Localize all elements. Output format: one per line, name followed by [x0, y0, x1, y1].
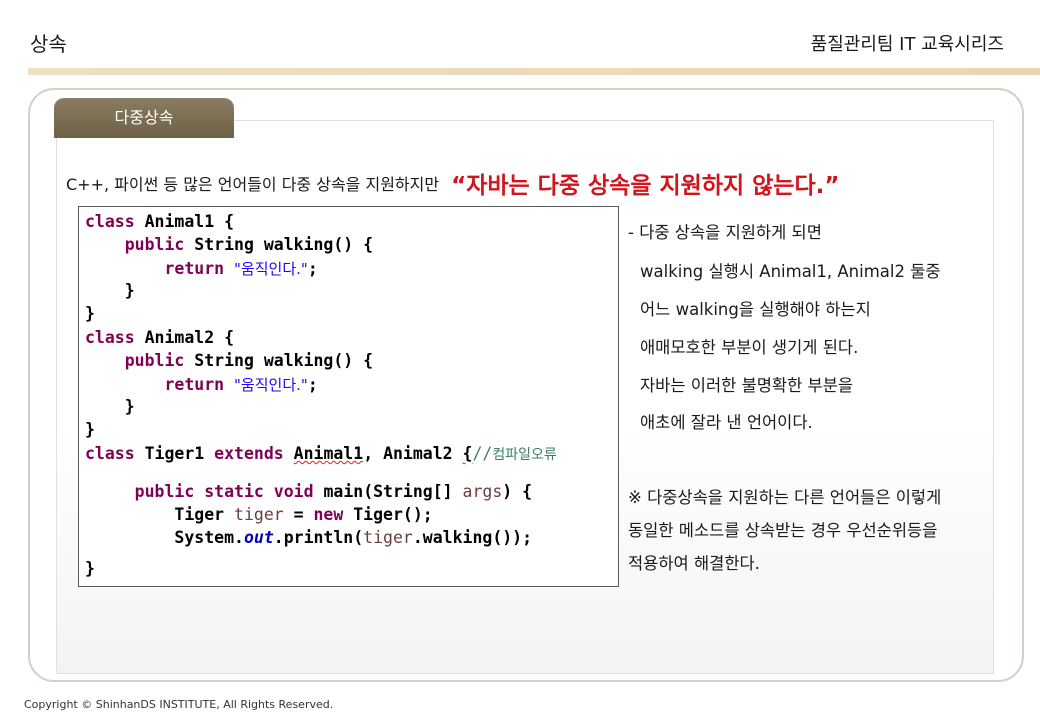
- code-punct: ,: [363, 444, 374, 463]
- code-keyword: public: [124, 235, 185, 254]
- page-title: 상속: [30, 32, 67, 56]
- intro-sentence: C++, 파이썬 등 많은 언어들이 다중 상속을 지원하지만 “자바는 다중 상…: [66, 166, 839, 200]
- code-line: }: [85, 397, 135, 416]
- code-brace: {: [224, 328, 235, 347]
- code-brace: }: [124, 397, 135, 416]
- code-line: }: [85, 420, 95, 439]
- note-line: ※ 다중상속을 지원하는 다른 언어들은 이렇게: [628, 488, 942, 507]
- code-line: public static void main(String[] args) {: [85, 482, 532, 501]
- code-brace: }: [85, 559, 95, 578]
- code-line: }: [85, 304, 95, 323]
- code-brace: }: [85, 304, 95, 323]
- note-line: 애초에 잘라 낸 언어이다.: [640, 413, 813, 432]
- code-line: class Animal1 {: [85, 212, 234, 231]
- code-identifier: System.: [174, 528, 244, 547]
- code-variable: args: [462, 482, 503, 501]
- intro-emphasis-text: “자바는 다중 상속을 지원하지 않는다.”: [451, 173, 840, 199]
- note-line: 자바는 이러한 불명확한 부분을: [640, 376, 854, 395]
- note-line: 애매모호한 부분이 생기게 된다.: [640, 338, 859, 357]
- intro-plain-text: C++, 파이썬 등 많은 언어들이 다중 상속을 지원하지만: [66, 175, 440, 194]
- header-divider: [28, 68, 1040, 75]
- series-title: 품질관리팀 IT 교육시리즈: [810, 34, 1004, 55]
- code-identifier: .walking());: [412, 528, 533, 547]
- code-keyword: static: [204, 482, 264, 501]
- note-line: - 다중 상속을 지원하게 되면: [628, 223, 822, 242]
- code-line: class Tiger1 extends Animal1, Animal2 {/…: [85, 444, 557, 464]
- code-identifier: Tiger();: [353, 505, 433, 524]
- code-identifier: Animal2: [144, 328, 215, 347]
- code-variable: tiger: [363, 528, 413, 547]
- code-brace: }: [85, 420, 95, 439]
- code-line: public String walking() {: [85, 351, 373, 370]
- code-brace: {: [224, 212, 235, 231]
- code-keyword: extends: [214, 444, 284, 463]
- code-variable: tiger: [234, 505, 284, 524]
- code-identifier: Animal2: [383, 444, 453, 463]
- code-line: }: [85, 559, 95, 578]
- code-line: class Animal2 {: [85, 328, 234, 347]
- code-method-decl: String walking() {: [194, 351, 374, 370]
- code-line: Tiger tiger = new Tiger();: [85, 505, 433, 524]
- code-identifier: .println(: [273, 528, 364, 547]
- code-static-field: out: [243, 528, 274, 547]
- code-keyword: class: [85, 444, 135, 463]
- code-identifier: Tiger: [174, 505, 225, 524]
- note-line: 적용하여 해결한다.: [628, 554, 760, 573]
- note-line: 동일한 메소드를 상속받는 경우 우선순위등을: [628, 521, 938, 540]
- code-punct: =: [293, 505, 304, 524]
- code-line: return "움직인다.";: [85, 374, 318, 395]
- code-punct: ) {: [502, 482, 533, 501]
- code-identifier: Animal1: [144, 212, 215, 231]
- code-keyword: void: [273, 482, 314, 501]
- code-punct: ;: [307, 375, 318, 394]
- note-line: 어느 walking을 실행해야 하는지: [640, 300, 871, 319]
- code-punct: ;: [307, 259, 318, 278]
- section-tab: 다중상속: [54, 98, 234, 138]
- code-line: }: [85, 281, 135, 300]
- code-keyword: public: [124, 351, 185, 370]
- code-keyword: class: [85, 212, 135, 231]
- code-snippet: class Animal1 { public String walking() …: [78, 206, 619, 587]
- code-line: return "움직인다.";: [85, 258, 318, 279]
- code-method-decl: String walking() {: [194, 235, 374, 254]
- code-brace: {: [462, 444, 473, 463]
- code-keyword: class: [85, 328, 135, 347]
- note-line: walking 실행시 Animal1, Animal2 둘중: [640, 262, 941, 281]
- code-brace: }: [124, 281, 135, 300]
- code-error-identifier: Animal1: [293, 444, 364, 463]
- code-comment: //: [472, 444, 493, 463]
- code-string: "움직인다.": [234, 376, 308, 394]
- code-identifier: Tiger1: [144, 444, 205, 463]
- code-keyword: new: [313, 505, 344, 524]
- code-method-decl: main(String[]: [323, 482, 453, 501]
- code-comment-text: 컴파일오류: [492, 447, 557, 463]
- code-keyword: return: [164, 259, 225, 278]
- code-string: "움직인다.": [234, 260, 308, 278]
- code-keyword: public: [134, 482, 195, 501]
- code-line: public String walking() {: [85, 235, 373, 254]
- code-keyword: return: [164, 375, 225, 394]
- copyright-footer: Copyright © ShinhanDS INSTITUTE, All Rig…: [24, 698, 334, 711]
- code-line: System.out.println(tiger.walking());: [85, 528, 532, 547]
